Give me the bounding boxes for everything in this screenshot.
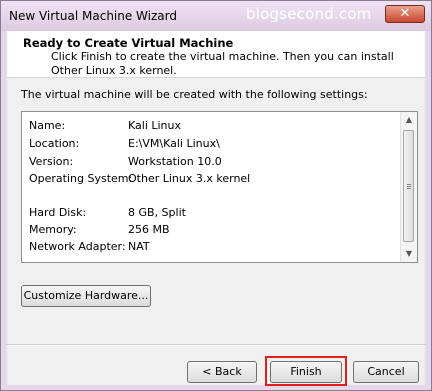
scroll-down-icon[interactable]: ▼	[401, 246, 417, 262]
grip-line	[407, 188, 411, 189]
watermark: blogsecond.com	[246, 5, 372, 23]
wizard-header: Ready to Create Virtual Machine Click Fi…	[7, 31, 425, 78]
scroll-thumb[interactable]	[403, 130, 414, 242]
close-button[interactable]: ✕	[385, 5, 425, 23]
close-icon: ✕	[399, 6, 411, 21]
cancel-button[interactable]: Cancel	[353, 361, 419, 383]
wizard-window: New Virtual Machine Wizard blogsecond.co…	[0, 0, 432, 391]
setting-label: Version:	[29, 155, 74, 168]
setting-label: Memory:	[29, 223, 77, 236]
setting-value: 256 MB	[128, 223, 170, 236]
grip-line	[407, 186, 411, 187]
back-button[interactable]: < Back	[187, 361, 257, 383]
footer-divider	[7, 344, 425, 346]
setting-value: Kali Linux	[128, 119, 182, 132]
settings-summary-box: Name: Kali Linux Location: E:\VM\Kali Li…	[21, 111, 418, 263]
page-title: Ready to Create Virtual Machine	[23, 36, 234, 50]
title-bar[interactable]: New Virtual Machine Wizard blogsecond.co…	[1, 1, 431, 31]
grip-line	[407, 184, 411, 185]
setting-label: Name:	[29, 119, 66, 132]
setting-value: Other Linux 3.x kernel	[128, 172, 251, 185]
setting-value: Workstation 10.0	[128, 155, 222, 168]
setting-label: Network Adapter:	[29, 240, 126, 253]
page-subtitle: Click Finish to create the virtual machi…	[51, 50, 394, 77]
settings-intro: The virtual machine will be created with…	[21, 88, 368, 101]
setting-value: NAT	[128, 240, 150, 253]
setting-label: Hard Disk:	[29, 206, 87, 219]
scroll-up-icon[interactable]: ▲	[401, 112, 417, 128]
setting-value: 8 GB, Split	[128, 206, 186, 219]
window-title: New Virtual Machine Wizard	[9, 9, 177, 23]
settings-scrollbar[interactable]: ▲ ▼	[400, 112, 417, 262]
finish-highlight-box	[265, 356, 347, 386]
wizard-body: Ready to Create Virtual Machine Click Fi…	[7, 31, 425, 386]
setting-value: E:\VM\Kali Linux\	[128, 137, 220, 150]
setting-label: Location:	[29, 137, 80, 150]
customize-hardware-button[interactable]: Customize Hardware...	[21, 285, 151, 307]
setting-label: Operating System:	[29, 172, 133, 185]
